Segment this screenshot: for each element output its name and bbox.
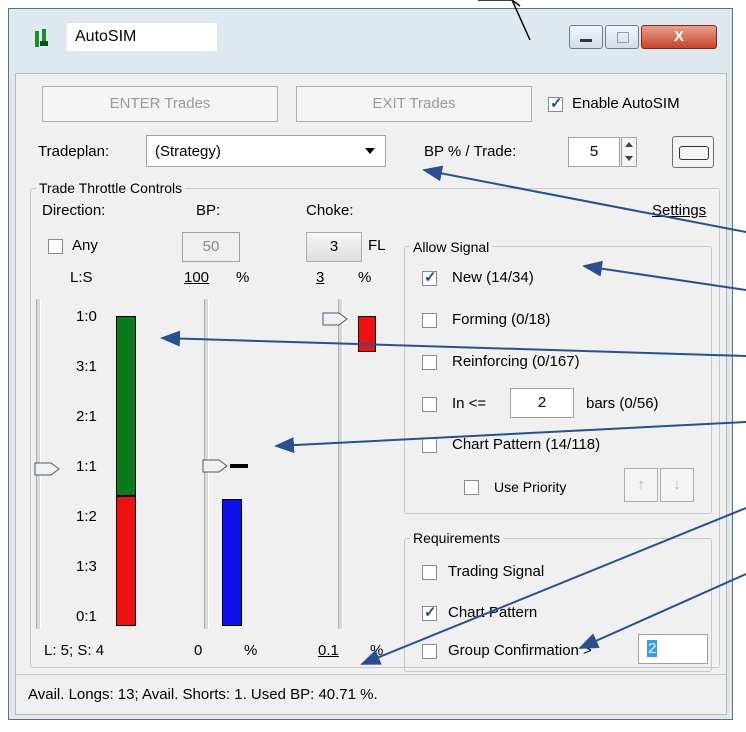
callout-arrow-6 — [578, 573, 746, 649]
callout-arrow-2 — [582, 260, 746, 291]
callout-arrows — [160, 0, 746, 665]
callout-line-top — [478, 0, 531, 41]
callout-arrow-4 — [274, 421, 746, 454]
callout-arrow-1 — [422, 165, 746, 233]
callout-arrow-3 — [160, 330, 746, 357]
callout-arrow-5 — [360, 507, 746, 665]
